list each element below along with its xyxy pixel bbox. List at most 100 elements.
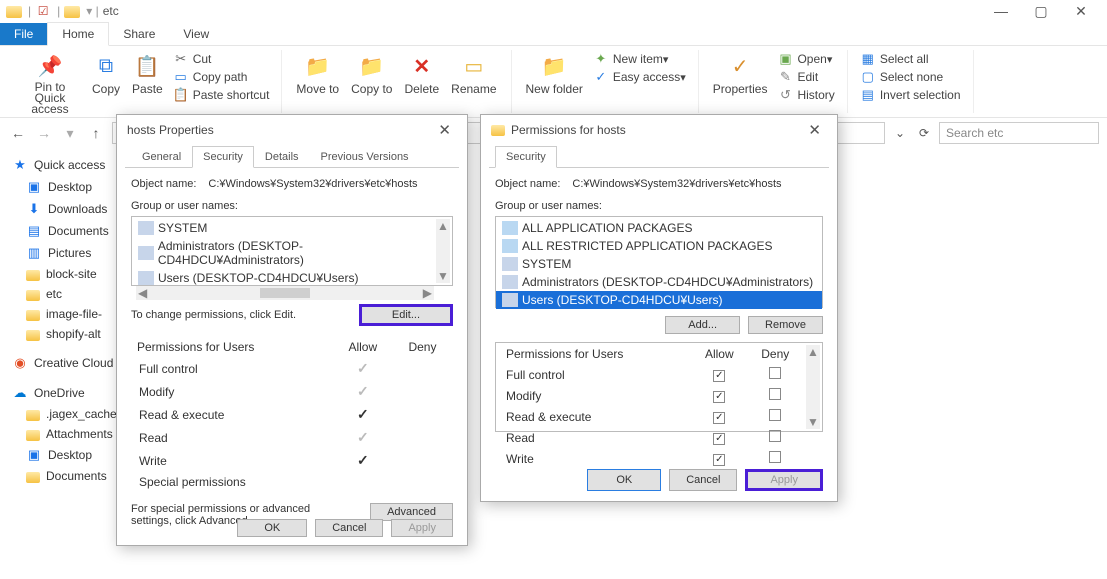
- copy-button[interactable]: ⧉Copy: [86, 50, 126, 98]
- user-icon: [138, 221, 154, 235]
- ribbon: 📌Pin to Quick access ⧉Copy 📋Paste ✂Cut ▭…: [0, 46, 1107, 118]
- edit-button[interactable]: ✎Edit: [773, 68, 838, 86]
- open-button[interactable]: ▣Open ▾: [773, 50, 838, 68]
- easy-icon: ✓: [593, 69, 609, 85]
- tab-view[interactable]: View: [169, 23, 223, 45]
- list-item: Administrators (DESKTOP-CD4HDCU¥Administ…: [496, 273, 822, 291]
- forward-button[interactable]: →: [34, 123, 54, 143]
- check-icon: ✓: [357, 406, 369, 422]
- tab-file[interactable]: File: [0, 23, 47, 45]
- delete-button[interactable]: ✕Delete: [398, 50, 445, 98]
- check-icon: ✓: [357, 360, 369, 376]
- tab-general[interactable]: General: [131, 146, 192, 168]
- back-button[interactable]: ←: [8, 123, 28, 143]
- paste-shortcut-button[interactable]: 📋Paste shortcut: [169, 86, 274, 104]
- check-icon: ✓: [357, 452, 369, 468]
- open-icon: ▣: [777, 51, 793, 67]
- recent-dropdown[interactable]: ▾: [60, 123, 80, 143]
- close-icon[interactable]: ✕: [432, 121, 457, 139]
- invert-selection-button[interactable]: ▤Invert selection: [856, 86, 965, 104]
- allow-checkbox[interactable]: ✓: [713, 391, 725, 403]
- close-button[interactable]: ✕: [1061, 0, 1101, 22]
- deny-checkbox[interactable]: [769, 388, 781, 400]
- tab-previous-versions[interactable]: Previous Versions: [310, 146, 420, 168]
- tab-share[interactable]: Share: [109, 23, 169, 45]
- allow-header: Allow: [334, 338, 392, 356]
- cut-button[interactable]: ✂Cut: [169, 50, 274, 68]
- group-icon: [502, 293, 518, 307]
- maximize-button[interactable]: ▢: [1021, 0, 1061, 22]
- minimize-button[interactable]: —: [981, 0, 1021, 22]
- remove-button[interactable]: Remove: [748, 316, 823, 334]
- ok-button[interactable]: OK: [237, 519, 307, 537]
- deny-checkbox[interactable]: [769, 430, 781, 442]
- new-item-button[interactable]: ✦New item ▾: [589, 50, 690, 68]
- tab-security[interactable]: Security: [495, 146, 557, 168]
- allow-header: Allow: [692, 345, 746, 363]
- pin-icon: 📌: [36, 52, 64, 80]
- group-label: Group or user names:: [131, 200, 453, 212]
- scrollbar[interactable]: ▲▼: [436, 219, 450, 283]
- paste-icon: 📋: [133, 52, 161, 80]
- copy-icon: ⧉: [92, 52, 120, 80]
- dialog-tabs: General Security Details Previous Versio…: [125, 145, 459, 168]
- perm-title: Permissions for Users: [498, 345, 690, 363]
- package-icon: [502, 221, 518, 235]
- up-button[interactable]: ↑: [86, 123, 106, 143]
- apply-button[interactable]: Apply: [745, 469, 823, 491]
- path-icon: ▭: [173, 69, 189, 85]
- group-icon: [502, 275, 518, 289]
- properties-button[interactable]: ✓Properties: [707, 50, 774, 98]
- history-icon: ↺: [777, 87, 793, 103]
- allow-checkbox[interactable]: ✓: [713, 370, 725, 382]
- address-dropdown[interactable]: ⌄: [891, 126, 909, 140]
- deny-checkbox[interactable]: [769, 451, 781, 463]
- allow-checkbox[interactable]: ✓: [713, 433, 725, 445]
- refresh-button[interactable]: ⟳: [913, 122, 935, 144]
- tab-details[interactable]: Details: [254, 146, 310, 168]
- add-button[interactable]: Add...: [665, 316, 740, 334]
- history-button[interactable]: ↺History: [773, 86, 838, 104]
- apply-button[interactable]: Apply: [391, 519, 453, 537]
- shortcut-icon: 📋: [173, 87, 189, 103]
- allow-checkbox[interactable]: ✓: [713, 454, 725, 466]
- cancel-button[interactable]: Cancel: [315, 519, 383, 537]
- tab-security[interactable]: Security: [192, 146, 254, 168]
- copy-path-button[interactable]: ▭Copy path: [169, 68, 274, 86]
- user-icon: [502, 257, 518, 271]
- rename-button[interactable]: ▭Rename: [445, 50, 502, 98]
- title-crumb: etc: [103, 4, 119, 18]
- copy-to-button[interactable]: 📁Copy to: [345, 50, 398, 98]
- deny-checkbox[interactable]: [769, 409, 781, 421]
- search-input[interactable]: Search etc: [939, 122, 1099, 144]
- select-all-button[interactable]: ▦Select all: [856, 50, 965, 68]
- object-name-label: Object name:: [495, 178, 560, 190]
- desktop-icon: ▣: [26, 179, 42, 195]
- deny-checkbox[interactable]: [769, 367, 781, 379]
- folder-icon: [26, 290, 40, 301]
- easy-access-button[interactable]: ✓Easy access ▾: [589, 68, 690, 86]
- users-listbox[interactable]: ALL APPLICATION PACKAGES ALL RESTRICTED …: [495, 216, 823, 308]
- package-icon: [502, 239, 518, 253]
- deny-header: Deny: [394, 338, 451, 356]
- new-folder-button[interactable]: 📁New folder: [520, 50, 589, 98]
- h-scrollbar[interactable]: ◀▶: [136, 286, 434, 300]
- object-path: C:¥Windows¥System32¥drivers¥etc¥hosts: [208, 178, 417, 190]
- paste-button[interactable]: 📋Paste: [126, 50, 169, 98]
- users-listbox[interactable]: SYSTEM Administrators (DESKTOP-CD4HDCU¥A…: [131, 216, 453, 286]
- folder-icon: [491, 125, 505, 136]
- ok-button[interactable]: OK: [587, 469, 661, 491]
- tab-home[interactable]: Home: [47, 22, 109, 46]
- scrollbar[interactable]: ▲▼: [806, 345, 820, 429]
- cancel-button[interactable]: Cancel: [669, 469, 737, 491]
- star-icon: ★: [12, 157, 28, 173]
- pin-button[interactable]: 📌Pin to Quick access: [14, 50, 86, 117]
- select-none-button[interactable]: ▢Select none: [856, 68, 965, 86]
- close-icon[interactable]: ✕: [802, 121, 827, 139]
- checkbox-icon: ☑: [35, 3, 51, 19]
- edit-button[interactable]: Edit...: [359, 304, 453, 326]
- allow-checkbox[interactable]: ✓: [713, 412, 725, 424]
- move-to-button[interactable]: 📁Move to: [290, 50, 345, 98]
- group-icon: [138, 246, 154, 260]
- check-icon: ✓: [357, 429, 369, 445]
